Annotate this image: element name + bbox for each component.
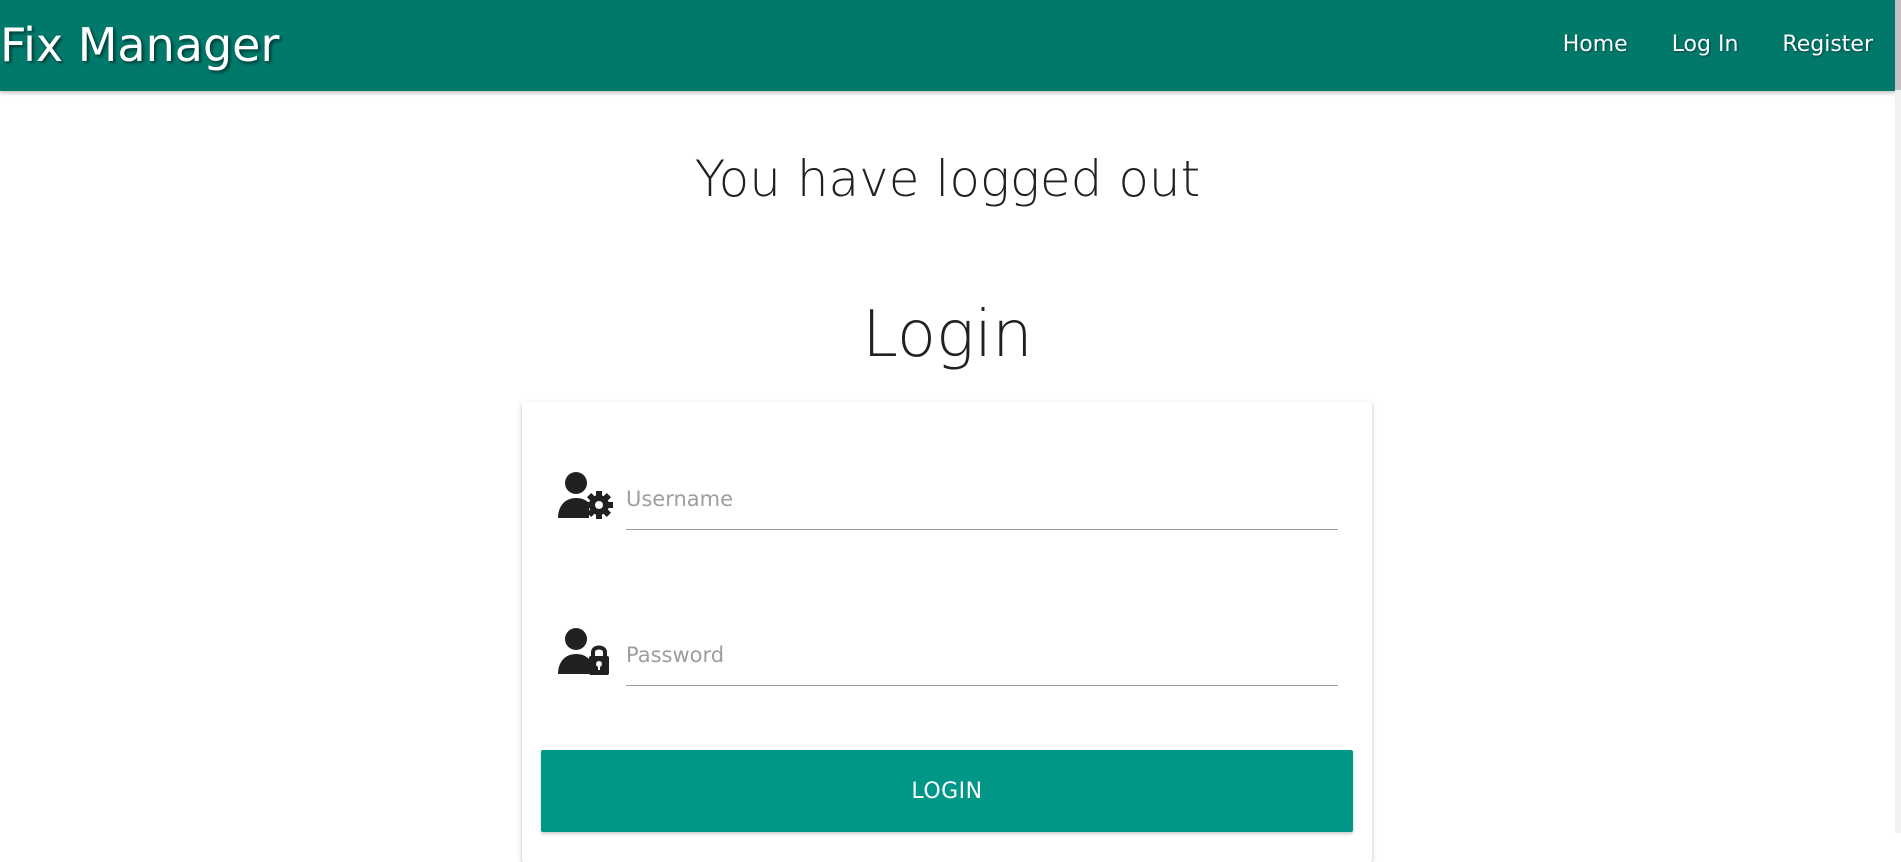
nav-link-login[interactable]: Log In <box>1650 26 1761 64</box>
nav-link-home[interactable]: Home <box>1541 26 1650 64</box>
login-button[interactable]: LOGIN <box>541 750 1353 832</box>
brand-logo[interactable]: Fix Manager <box>0 17 279 73</box>
scrollbar-thumb[interactable] <box>1895 0 1901 90</box>
username-field-row <box>556 468 1342 530</box>
nav-links: Home Log In Register <box>1541 26 1873 64</box>
password-field-row <box>556 624 1342 686</box>
page-scrollbar[interactable] <box>1895 0 1901 833</box>
logout-message: You have logged out <box>694 150 1201 208</box>
login-card: LOGIN <box>522 402 1372 862</box>
username-input[interactable] <box>626 468 1338 530</box>
user-gear-icon <box>556 472 616 522</box>
nav-link-register[interactable]: Register <box>1760 26 1873 64</box>
user-lock-icon <box>556 628 616 678</box>
password-input[interactable] <box>626 624 1338 686</box>
top-navbar: Fix Manager Home Log In Register <box>0 0 1895 91</box>
login-title: Login <box>862 298 1033 372</box>
